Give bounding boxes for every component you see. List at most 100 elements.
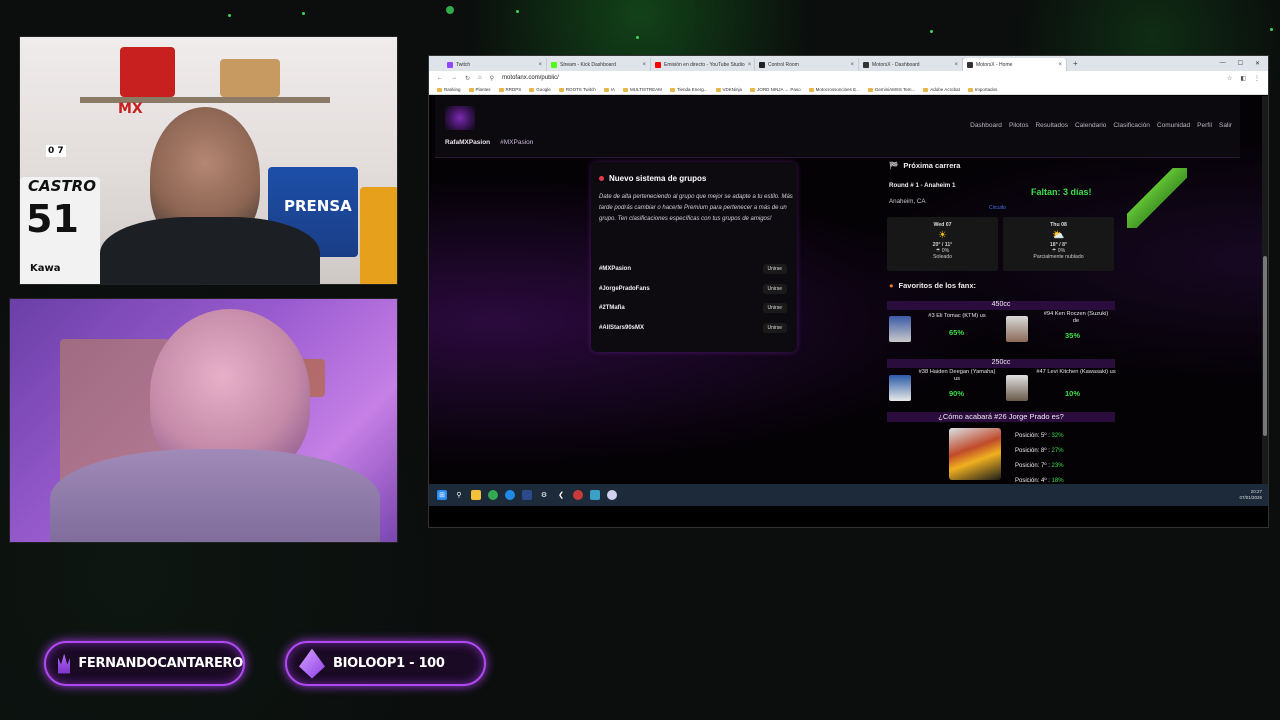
- windows-start-icon[interactable]: ⊞: [437, 490, 447, 500]
- rider-avatar: [1006, 316, 1028, 342]
- nav-pilotos[interactable]: Pilotos: [1009, 122, 1029, 129]
- folder-icon: [603, 87, 609, 92]
- page-scrollbar[interactable]: [1262, 96, 1268, 506]
- maximize-icon[interactable]: ☐: [1238, 60, 1243, 67]
- poll-option[interactable]: Posición: 5º : 32%: [1015, 433, 1064, 439]
- chrome-icon[interactable]: [488, 490, 498, 500]
- matchup-450[interactable]: #3 Eli Tomac (KTM) us 65% #94 Ken Roczen…: [887, 311, 1115, 345]
- extensions-icon[interactable]: ◧: [1240, 75, 1246, 82]
- weather-day-2: Thu 08 ⛅ 18° / 8° ☂ 0% Parcialmente nubl…: [1003, 217, 1114, 271]
- app-icon[interactable]: ❮: [556, 490, 566, 500]
- matchup-250[interactable]: #38 Haiden Deegan (Yamaha) us 90% #47 Le…: [887, 369, 1116, 403]
- site-info-icon[interactable]: ⚲: [490, 75, 494, 82]
- search-icon[interactable]: ⚲: [454, 490, 464, 500]
- folder-icon: [529, 87, 535, 92]
- app-icon[interactable]: [607, 490, 617, 500]
- group-name: #2TMafia: [599, 305, 625, 312]
- close-icon[interactable]: ×: [538, 62, 542, 68]
- system-clock[interactable]: 20:27 07/01/2026: [1239, 489, 1268, 501]
- username[interactable]: RafaMXPasion: [445, 139, 490, 146]
- folder-icon: [715, 87, 721, 92]
- join-button[interactable]: Unirse: [762, 263, 787, 274]
- countdown: Faltan: 3 días!: [1031, 187, 1092, 197]
- folder-icon[interactable]: [471, 490, 481, 500]
- bookmark-item[interactable]: Ranking: [437, 87, 461, 92]
- bookmark-item[interactable]: IA: [603, 87, 615, 92]
- tab-kick[interactable]: Stream - Kick Dashboard ×: [547, 58, 651, 71]
- close-icon[interactable]: ×: [1058, 62, 1062, 68]
- minimize-icon[interactable]: —: [1220, 60, 1226, 67]
- bookmark-item[interactable]: Plantes: [468, 87, 491, 92]
- close-icon[interactable]: ×: [850, 62, 854, 68]
- tab-label: Emisión en directo - YouTube Studio: [664, 61, 745, 68]
- star-icon[interactable]: ☆: [1227, 75, 1232, 82]
- twitch-icon: [447, 61, 453, 68]
- bookmark-item[interactable]: Adobe Acrobat: [923, 87, 960, 92]
- tab-control-room[interactable]: Control Room ×: [755, 58, 859, 71]
- close-window-icon[interactable]: ✕: [1255, 60, 1260, 67]
- photoshop-icon[interactable]: [522, 490, 532, 500]
- tab-motorsx-home[interactable]: MotorsX - Home ×: [963, 58, 1067, 71]
- url-field[interactable]: motofanx.com/public/: [502, 75, 559, 81]
- prado-photo: [949, 428, 1001, 480]
- bookmark-item[interactable]: Motocrossoncines E...: [808, 87, 860, 92]
- bookmark-item[interactable]: JORD NINJA ← Paso: [750, 87, 801, 92]
- rider-avatar: [1006, 375, 1028, 401]
- bookmark-item[interactable]: Google: [529, 87, 551, 92]
- bookmark-item[interactable]: VDKNinja: [715, 87, 742, 92]
- nav-calendario[interactable]: Calendario: [1075, 122, 1106, 129]
- close-icon[interactable]: ×: [954, 62, 958, 68]
- favorites-heading: ● Favoritos de los fanx:: [889, 281, 977, 290]
- close-icon[interactable]: ×: [748, 62, 752, 68]
- join-button[interactable]: Unirse: [762, 322, 787, 333]
- bookmark-item[interactable]: Tienda Energ...: [669, 87, 708, 92]
- groups-title: Nuevo sistema de grupos: [609, 174, 707, 183]
- prado-poll-question: ¿Cómo acabará #26 Jorge Prado es?: [887, 412, 1115, 422]
- nav-resultados[interactable]: Resultados: [1035, 122, 1068, 129]
- bookmark-item[interactable]: ROOTS Twitch: [558, 87, 596, 92]
- tab-twitch[interactable]: Twitch ×: [443, 58, 547, 71]
- join-button[interactable]: Unirse: [762, 303, 787, 314]
- site-navbar: RafaMXPasion #MXPasion Dashboard Pilotos…: [435, 96, 1240, 158]
- nav-salir[interactable]: Salir: [1219, 122, 1232, 129]
- scroll-thumb[interactable]: [1263, 256, 1267, 436]
- weather-day: Wed 07: [933, 222, 952, 228]
- brand-tag-text: MX: [118, 101, 143, 117]
- sub-alert-badge: BIOLOOP1 - 100: [285, 641, 486, 686]
- join-button[interactable]: Unirse: [762, 283, 787, 294]
- rider-avatar: [889, 375, 911, 401]
- poll-option[interactable]: Posición: 7º : 23%: [1015, 463, 1064, 469]
- tab-motorsx-dashboard[interactable]: MotorsX - Dashboard ×: [859, 58, 963, 71]
- bookmark-item[interactable]: Importados: [967, 87, 997, 92]
- close-icon[interactable]: ×: [642, 62, 646, 68]
- tab-youtube[interactable]: Emisión en directo - YouTube Studio ×: [651, 58, 755, 71]
- reload-icon[interactable]: ↻: [465, 75, 470, 82]
- folder-icon: [669, 87, 675, 92]
- new-tab-button[interactable]: +: [1073, 59, 1078, 68]
- forward-icon[interactable]: →: [451, 75, 457, 81]
- home-icon[interactable]: ⌂: [478, 75, 482, 81]
- webcam-guest: [9, 298, 398, 543]
- vote-pct: 65%: [949, 328, 965, 337]
- bookmark-item[interactable]: RRDPS: [498, 87, 521, 92]
- user-hashtag[interactable]: #MXPasion: [500, 139, 533, 146]
- sponsor-text: Kawa: [30, 263, 61, 274]
- app-icon[interactable]: [590, 490, 600, 500]
- app-icon: [759, 61, 765, 68]
- settings-icon[interactable]: ⚙: [539, 490, 549, 500]
- menu-icon[interactable]: ⋮: [1254, 75, 1260, 82]
- weather-desc: Parcialmente nublado: [1033, 254, 1084, 260]
- rider-name: #3 Eli Tomac (KTM) us: [928, 313, 986, 319]
- nav-comunidad[interactable]: Comunidad: [1157, 122, 1190, 129]
- obs-icon[interactable]: [573, 490, 583, 500]
- back-icon[interactable]: ←: [437, 75, 443, 81]
- bookmark-item[interactable]: MULTISTREAM: [623, 87, 662, 92]
- nav-dashboard[interactable]: Dashboard: [970, 122, 1002, 129]
- bookmark-item[interactable]: GeminiAMSS Tem...: [867, 87, 915, 92]
- site-logo[interactable]: [445, 106, 475, 130]
- nav-perfil[interactable]: Perfil: [1197, 122, 1212, 129]
- poll-option[interactable]: Posición: 8º : 27%: [1015, 448, 1064, 454]
- next-race-heading: 🏁 Próxima carrera: [889, 161, 961, 170]
- edge-icon[interactable]: [505, 490, 515, 500]
- nav-clasificacion[interactable]: Clasificación: [1113, 122, 1150, 129]
